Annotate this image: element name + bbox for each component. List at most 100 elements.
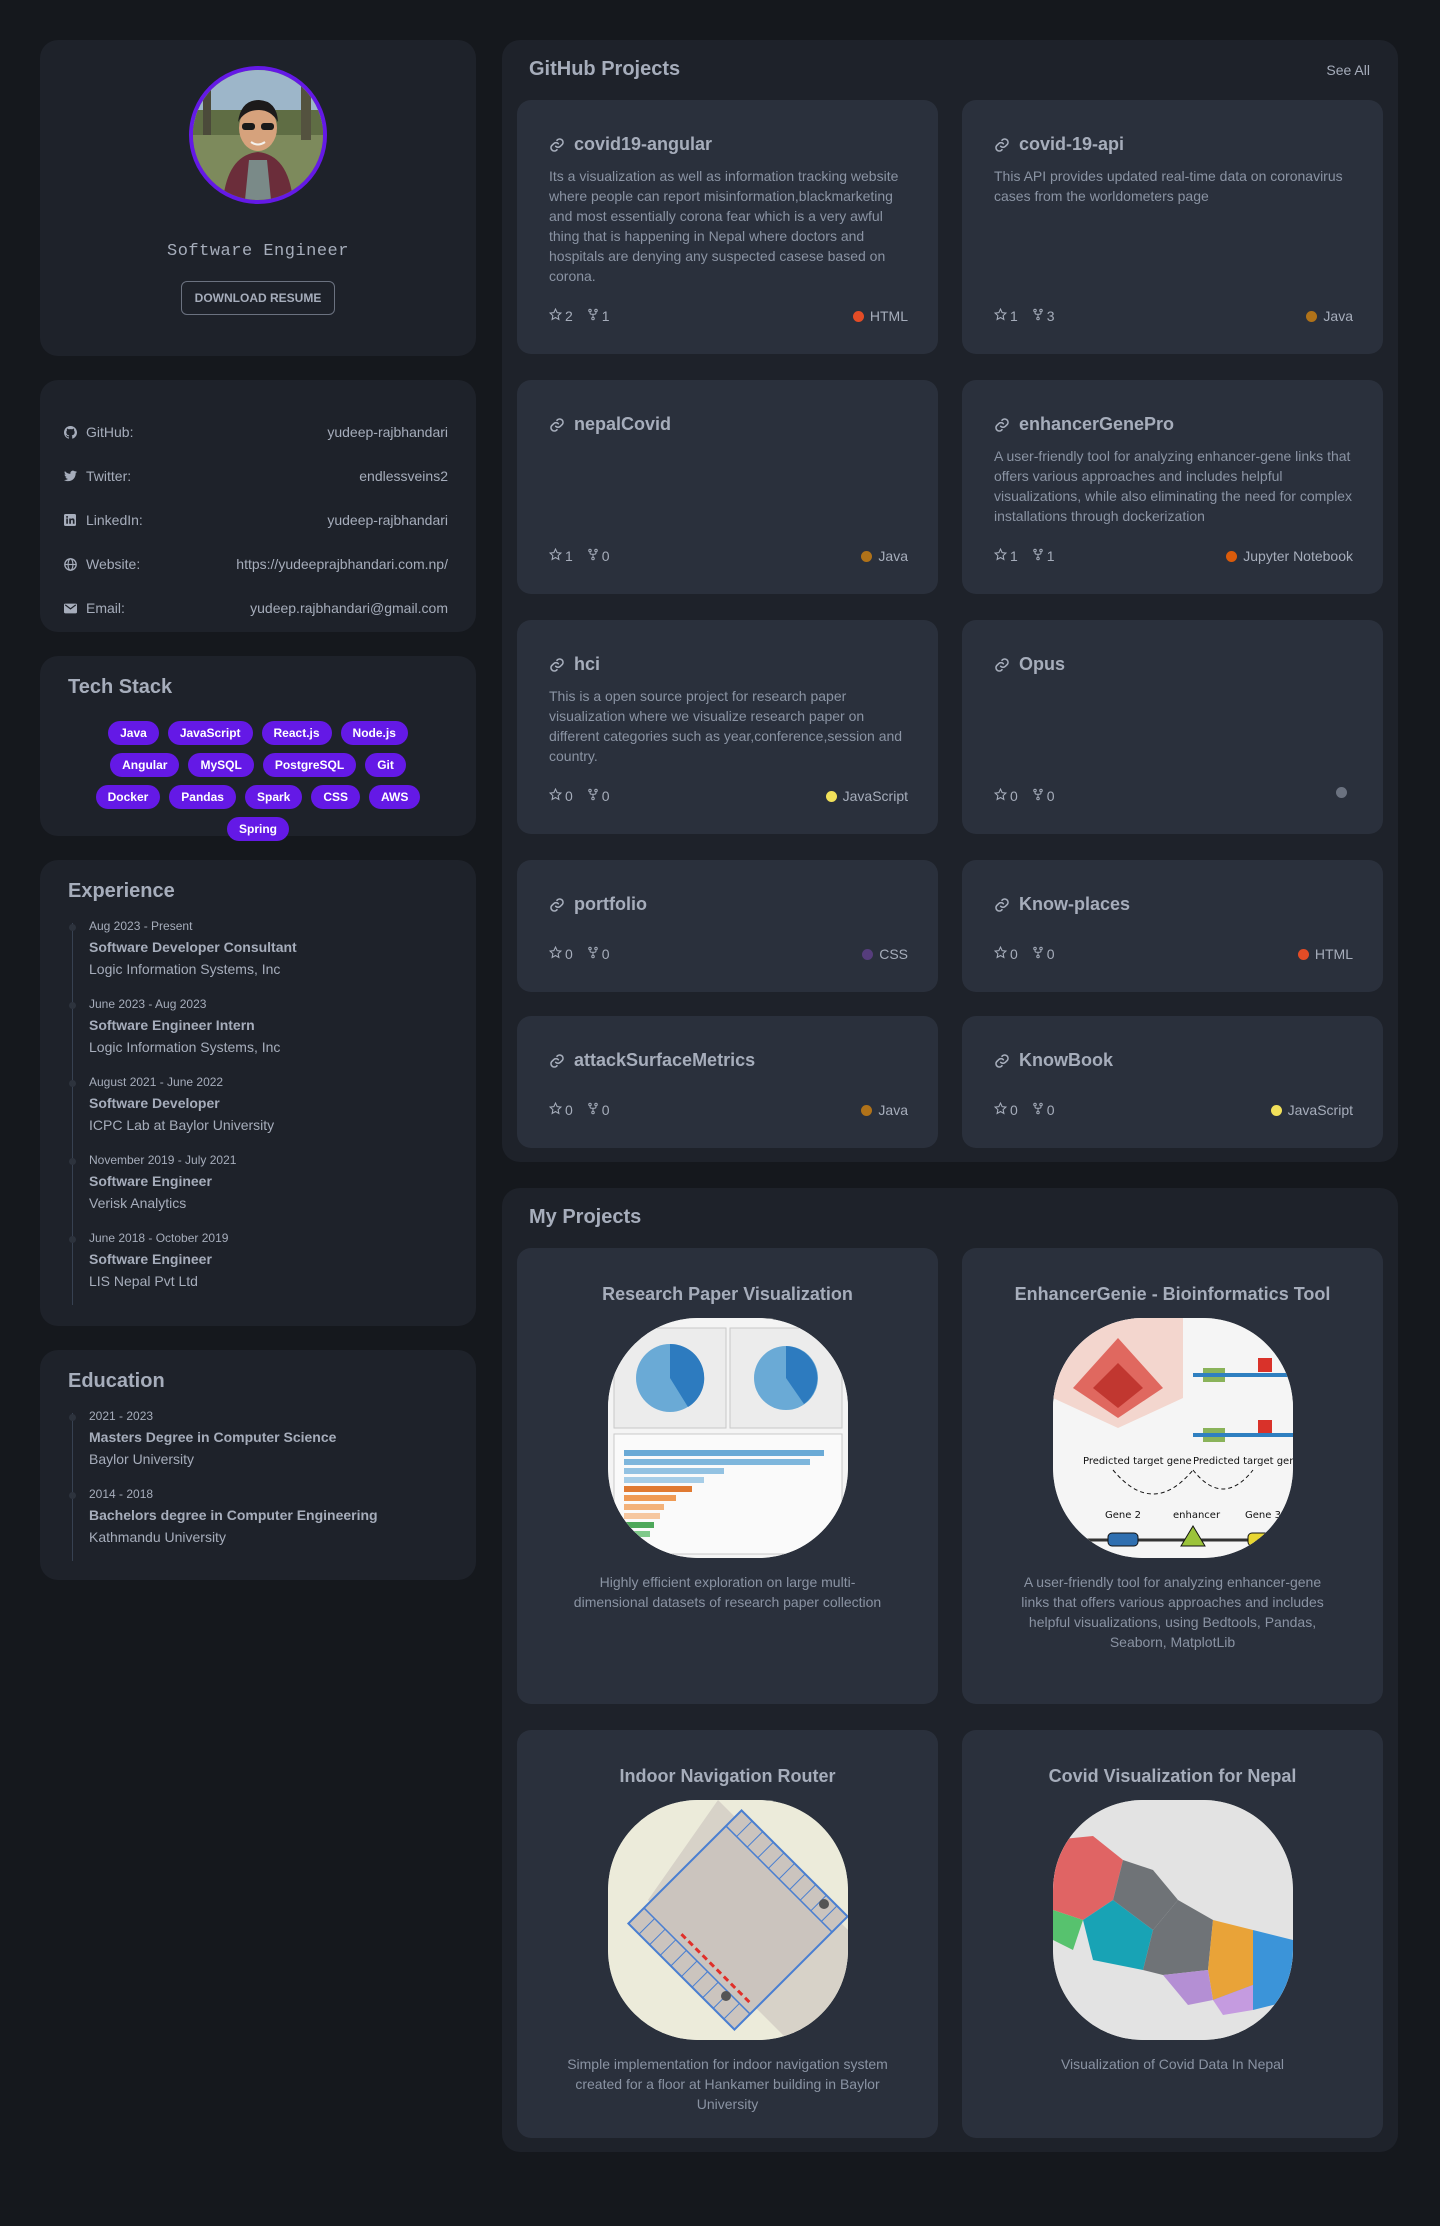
language-name: CSS [879, 946, 908, 962]
contact-label: Email: [86, 600, 125, 616]
tech-tag: Docker [95, 785, 161, 809]
repo-footer: 0 0 Java [548, 1101, 908, 1118]
project-image-indoor-navigation [607, 1800, 848, 2040]
repo-title: covid-19-api [994, 134, 1124, 155]
contact-value-github[interactable]: yudeep-rajbhandari [327, 424, 448, 440]
link-icon [549, 137, 565, 153]
repo-name[interactable]: enhancerGenePro [1019, 414, 1174, 435]
fork-count: 0 [601, 946, 610, 962]
repo-description: This API provides updated real-time data… [994, 168, 1343, 204]
timeline-date: 2021 - 2023 [89, 1409, 154, 1423]
repo-name[interactable]: covid-19-api [1019, 134, 1124, 155]
project-card[interactable]: EnhancerGenie - Bioinformatics Tool Pred… [962, 1248, 1383, 1704]
repo-name[interactable]: portfolio [574, 894, 647, 915]
repo-name[interactable]: covid19-angular [574, 134, 712, 155]
linkedin-icon [60, 514, 80, 526]
contact-value-twitter[interactable]: endlessveins2 [359, 468, 448, 484]
repo-title: covid19-angular [549, 134, 712, 155]
contact-value-linkedin[interactable]: yudeep-rajbhandari [327, 512, 448, 528]
star-count: 0 [1010, 946, 1018, 962]
repo-footer: 0 0 CSS [548, 945, 908, 962]
language-dot [1306, 310, 1318, 322]
repo-footer: 1 0 Java [548, 547, 908, 564]
timeline-org: Logic Information Systems, Inc [89, 1039, 281, 1055]
tech-tag: PostgreSQL [262, 753, 357, 777]
see-all-link[interactable]: See All [1326, 62, 1370, 78]
tech-tags: Java JavaScript React.js Node.js Angular… [68, 721, 448, 841]
timeline-item: 2021 - 2023 Masters Degree in Computer S… [68, 1409, 448, 1487]
contact-row-linkedin: LinkedIn: yudeep-rajbhandari [60, 498, 448, 542]
repo-forks: 0 [1032, 946, 1055, 962]
contact-value-email[interactable]: yudeep.rajbhandari@gmail.com [250, 600, 448, 616]
repo-name[interactable]: hci [574, 654, 600, 675]
timeline-date: 2014 - 2018 [89, 1487, 154, 1501]
mail-icon [60, 603, 80, 614]
repo-card[interactable]: covid-19-api This API provides updated r… [962, 100, 1383, 354]
fork-icon [1032, 788, 1044, 804]
timeline-date: August 2021 - June 2022 [89, 1075, 224, 1089]
repo-card[interactable]: attackSurfaceMetrics 0 0 Java [517, 1016, 938, 1148]
tech-tag: React.js [261, 721, 332, 745]
repo-card[interactable]: nepalCovid 1 0 Java [517, 380, 938, 594]
contact-label: Website: [86, 556, 141, 572]
repo-name[interactable]: attackSurfaceMetrics [574, 1050, 755, 1071]
repo-card[interactable]: enhancerGenePro A user-friendly tool for… [962, 380, 1383, 594]
timeline-role: Software Engineer [89, 1173, 212, 1189]
repo-stars: 0 [548, 787, 573, 804]
repo-footer: 0 0 [993, 786, 1353, 804]
timeline-org: Kathmandu University [89, 1529, 226, 1545]
section-title: Tech Stack [68, 676, 173, 698]
repo-footer: 1 1 Jupyter Notebook [993, 547, 1353, 564]
fork-count: 0 [1046, 788, 1055, 804]
fork-count: 0 [601, 1102, 610, 1118]
repo-name[interactable]: Know-places [1019, 894, 1130, 915]
project-card[interactable]: Indoor Navigation Router Simple implemen… [517, 1730, 938, 2138]
repo-title: Opus [994, 654, 1065, 675]
timeline-role: Masters Degree in Computer Science [89, 1429, 337, 1445]
section-title: Education [68, 1370, 165, 1392]
repo-name[interactable]: nepalCovid [574, 414, 671, 435]
figure-label: Predicted target gene [1083, 1456, 1192, 1467]
repo-card[interactable]: KnowBook 0 0 JavaScript [962, 1016, 1383, 1148]
contact-value-website[interactable]: https://yudeeprajbhandari.com.np/ [236, 556, 448, 572]
link-icon [994, 657, 1010, 673]
tech-tag: CSS [311, 785, 361, 809]
language-name: Jupyter Notebook [1243, 548, 1353, 564]
repo-language: HTML [852, 308, 908, 324]
repo-name[interactable]: KnowBook [1019, 1050, 1113, 1071]
link-icon [549, 897, 565, 913]
project-title: Indoor Navigation Router [619, 1766, 836, 1786]
repo-footer: 0 0 JavaScript [548, 787, 908, 804]
timeline-item: 2014 - 2018 Bachelors degree in Computer… [68, 1487, 448, 1565]
repo-card[interactable]: portfolio 0 0 CSS [517, 860, 938, 992]
repo-description: A user-friendly tool for analyzing enhan… [994, 448, 1352, 524]
star-icon [548, 1101, 563, 1118]
repo-card[interactable]: hci This is a open source project for re… [517, 620, 938, 834]
link-icon [994, 1053, 1010, 1069]
contact-label: GitHub: [86, 424, 134, 440]
timeline-item: June 2023 - Aug 2023 Software Engineer I… [68, 997, 448, 1075]
star-icon [548, 787, 563, 804]
fork-icon [587, 1102, 599, 1118]
repo-card[interactable]: Opus 0 0 [962, 620, 1383, 834]
project-description: Visualization of Covid Data In Nepal [1060, 2056, 1285, 2072]
tech-tag: Angular [110, 753, 180, 777]
project-image-covid-nepal-map [1052, 1800, 1293, 2040]
repo-forks: 1 [587, 308, 610, 324]
project-image-enhancer-genie: Predicted target gene Predicted target g… [1052, 1318, 1293, 1558]
repo-card[interactable]: covid19-angular Its a visualization as w… [517, 100, 938, 354]
figure-label: Gene 3 [1245, 1510, 1281, 1521]
repo-card[interactable]: Know-places 0 0 HTML [962, 860, 1383, 992]
fork-count: 0 [1046, 1102, 1055, 1118]
tech-tag: Pandas [169, 785, 236, 809]
repo-language: JavaScript [1270, 1102, 1353, 1118]
project-card[interactable]: Research Paper Visualization Highly effi… [517, 1248, 938, 1704]
download-resume-button[interactable]: DOWNLOAD RESUME [180, 281, 336, 315]
repo-forks: 0 [587, 548, 610, 564]
project-card[interactable]: Covid Visualization for Nepal Visualizat… [962, 1730, 1383, 2138]
fork-count: 0 [601, 548, 610, 564]
tech-tag: Java [108, 721, 159, 745]
repo-name[interactable]: Opus [1019, 654, 1065, 675]
my-projects-panel: My Projects Research Paper Visualization [502, 1188, 1398, 2152]
section-title: GitHub Projects [529, 58, 681, 80]
